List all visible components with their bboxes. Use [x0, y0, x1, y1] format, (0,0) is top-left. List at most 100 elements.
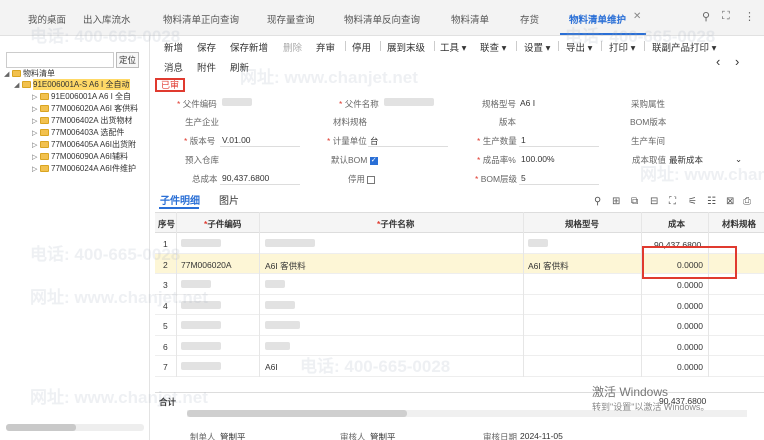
- settings-menu[interactable]: 设置 ▾: [524, 40, 550, 54]
- tree-node[interactable]: ▷ 77M006020A A6I 客供料: [32, 103, 138, 114]
- tree-search-input[interactable]: [6, 52, 114, 68]
- table-row[interactable]: 6 0.0000: [155, 336, 764, 356]
- disable-button[interactable]: 停用: [352, 40, 371, 54]
- table-row[interactable]: 7 A6I 0.0000: [155, 356, 764, 377]
- collapse-icon[interactable]: ◢: [14, 81, 20, 89]
- more-icon[interactable]: ⋮: [744, 10, 755, 23]
- total-cost-label: 总成本: [192, 174, 218, 184]
- folder-icon: [40, 153, 49, 160]
- refresh-button[interactable]: 刷新: [230, 60, 249, 74]
- tree-node[interactable]: ▷ 91E006001A A6 I 全自: [32, 91, 131, 102]
- version-no-field[interactable]: V.01.00: [222, 135, 251, 145]
- expand-icon[interactable]: ▷: [32, 153, 38, 161]
- chevron-down-icon: ▾: [543, 43, 551, 54]
- search-icon[interactable]: ⚲: [702, 10, 710, 23]
- tab-bom-reverse-query[interactable]: 物料清单反向查询: [344, 12, 420, 26]
- chevron-down-icon[interactable]: ⌄: [735, 154, 742, 165]
- bom-level-field[interactable]: 5: [521, 173, 526, 183]
- add-button[interactable]: 新增: [164, 40, 183, 54]
- tab-bom-maintenance[interactable]: 物料清单维护: [569, 12, 626, 26]
- byproduct-print-menu[interactable]: 联副产品打印 ▾: [652, 40, 716, 54]
- tools-menu[interactable]: 工具 ▾: [440, 40, 466, 54]
- tree-node-selected[interactable]: ◢ 91E006001A-S A6 I 全自动: [14, 79, 130, 90]
- col-no[interactable]: 序号: [158, 218, 175, 230]
- tree-node[interactable]: ▷ 77M006402A 出货物材: [32, 115, 132, 126]
- tree-horizontal-scrollbar[interactable]: [6, 424, 144, 431]
- message-button[interactable]: 消息: [164, 60, 183, 74]
- tab-bom[interactable]: 物料清单: [451, 12, 489, 26]
- expand-icon[interactable]: ▷: [32, 141, 38, 149]
- purchase-attr-label: 采购属性: [631, 99, 666, 109]
- default-bom-checkbox[interactable]: ✓: [369, 156, 378, 165]
- tab-inventory[interactable]: 存货: [520, 12, 539, 26]
- prev-record-icon[interactable]: ‹: [716, 54, 720, 69]
- tab-bar: 我的桌面 出入库流水 物料清单正向查询 现存量查询 物料清单反向查询 物料清单 …: [0, 0, 764, 36]
- tree-node[interactable]: ▷ 77M006403A 选配件: [32, 127, 124, 138]
- expand-icon[interactable]: ▷: [32, 105, 38, 113]
- windows-activation-subtitle: 转到"设置"以激活 Windows。: [592, 402, 710, 412]
- tab-stock-flow[interactable]: 出入库流水: [83, 12, 131, 26]
- print-menu[interactable]: 打印 ▾: [609, 40, 635, 54]
- prod-qty-field[interactable]: 1: [521, 135, 526, 145]
- tree-node[interactable]: ▷ 77M006090A A6I辅料: [32, 151, 128, 162]
- collapse-icon[interactable]: ◢: [4, 70, 10, 78]
- expand-icon[interactable]: ⛶: [669, 196, 676, 207]
- col-material-spec[interactable]: 材料规格: [722, 218, 756, 230]
- parent-code-field[interactable]: [222, 98, 252, 106]
- tab-desktop[interactable]: 我的桌面: [28, 12, 66, 26]
- delete-button[interactable]: 删除: [283, 40, 302, 54]
- col-code[interactable]: *子件编码: [204, 218, 241, 230]
- folder-icon: [40, 165, 49, 172]
- folder-icon: [40, 117, 49, 124]
- attachment-button[interactable]: 附件: [197, 60, 216, 74]
- next-record-icon[interactable]: ›: [735, 54, 739, 69]
- table-row[interactable]: 5 0.0000: [155, 315, 764, 336]
- export-grid-icon[interactable]: ⊠: [726, 196, 734, 207]
- linked-query-menu[interactable]: 联查 ▾: [480, 40, 506, 54]
- fullscreen-icon[interactable]: ⛶: [722, 10, 730, 23]
- unaudit-button[interactable]: 弃审: [316, 40, 335, 54]
- main-toolbar: 新增 保存 保存新增 删除 弃审 停用 展到末级 工具 ▾ 联查 ▾ 设置 ▾ …: [152, 36, 764, 54]
- cost-source-select[interactable]: 最新成本: [669, 154, 703, 166]
- tab-stock-query[interactable]: 现存量查询: [267, 12, 315, 26]
- copy-row-icon[interactable]: ⧉: [631, 196, 638, 207]
- col-name[interactable]: *子件名称: [377, 218, 414, 230]
- disabled-checkbox[interactable]: [367, 175, 376, 184]
- yield-field[interactable]: 100.00%: [521, 154, 555, 164]
- parent-code-label: * 父件编码: [177, 99, 217, 109]
- print-grid-icon[interactable]: ⎙: [743, 196, 751, 207]
- tree-node[interactable]: ◢ 物料清单: [4, 68, 55, 79]
- folder-icon: [40, 129, 49, 136]
- folder-icon: [40, 141, 49, 148]
- locate-button[interactable]: 定位: [116, 52, 139, 68]
- tab-bom-forward-query[interactable]: 物料清单正向查询: [163, 12, 239, 26]
- save-and-new-button[interactable]: 保存新增: [230, 40, 268, 54]
- tab-images[interactable]: 图片: [219, 192, 239, 207]
- expand-icon[interactable]: ▷: [32, 93, 38, 101]
- insert-row-icon[interactable]: ⊞: [612, 196, 620, 207]
- chevron-down-icon: ▾: [628, 43, 636, 54]
- filter-icon[interactable]: ⚟: [688, 196, 697, 207]
- expand-icon[interactable]: ▷: [32, 165, 38, 173]
- tab-child-details[interactable]: 子件明细: [160, 192, 200, 207]
- col-cost[interactable]: 成本: [668, 218, 685, 230]
- export-menu[interactable]: 导出 ▾: [566, 40, 592, 54]
- delete-row-icon[interactable]: ⊟: [650, 196, 658, 207]
- spec-value[interactable]: A6 I: [520, 98, 535, 108]
- expand-icon[interactable]: ▷: [32, 117, 38, 125]
- table-row[interactable]: 4 0.0000: [155, 295, 764, 315]
- column-settings-icon[interactable]: ☷: [707, 196, 716, 207]
- tree-node[interactable]: ▷ 77M006024A A6I件维护: [32, 163, 136, 174]
- parent-name-label: * 父件名称: [339, 99, 379, 109]
- expand-to-last-button[interactable]: 展到末级: [387, 40, 425, 54]
- company-label: 生产企业: [185, 117, 220, 127]
- locate-icon[interactable]: ⚲: [594, 196, 601, 207]
- close-icon[interactable]: ✕: [633, 11, 641, 22]
- parent-name-field[interactable]: [384, 98, 434, 106]
- col-spec[interactable]: 规格型号: [565, 218, 599, 230]
- chevron-down-icon: ▾: [585, 43, 593, 54]
- folder-icon: [40, 105, 49, 112]
- expand-icon[interactable]: ▷: [32, 129, 38, 137]
- save-button[interactable]: 保存: [197, 40, 216, 54]
- tree-node[interactable]: ▷ 77M006405A A6I出货附: [32, 139, 136, 150]
